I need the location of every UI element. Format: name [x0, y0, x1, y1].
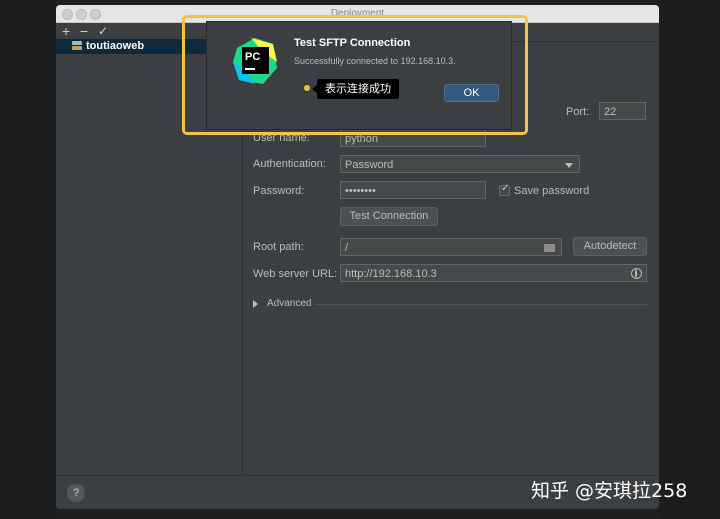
save-password-label: Save password	[514, 185, 590, 197]
port-label: Port:	[566, 106, 590, 118]
close-window-button[interactable]	[62, 9, 73, 20]
background-right	[660, 0, 720, 519]
separator	[315, 304, 647, 305]
password-field[interactable]: ••••••••	[340, 181, 486, 199]
web-server-url-label: Web server URL:	[253, 268, 338, 280]
port-field[interactable]: 22	[599, 102, 646, 120]
minimize-window-button[interactable]	[76, 9, 87, 20]
chevron-down-icon	[565, 163, 573, 168]
add-server-button[interactable]: +	[62, 23, 70, 39]
zoom-window-button[interactable]	[90, 9, 101, 20]
help-button[interactable]: ?	[67, 484, 85, 502]
password-label: Password:	[253, 185, 305, 197]
web-server-url-value: http://192.168.10.3	[345, 268, 437, 280]
background-left	[0, 0, 56, 519]
save-password-checkbox[interactable]	[499, 183, 510, 196]
server-item-label: toutiaoweb	[86, 40, 145, 52]
advanced-section-toggle[interactable]: Advanced	[253, 298, 647, 310]
remove-server-button[interactable]: −	[80, 23, 88, 39]
highlight-annotation-box	[182, 15, 528, 135]
root-path-label: Root path:	[253, 241, 304, 253]
root-path-field[interactable]: /	[340, 238, 562, 256]
globe-icon[interactable]	[631, 268, 642, 279]
web-server-url-field[interactable]: http://192.168.10.3	[340, 264, 647, 282]
authentication-label: Authentication:	[253, 158, 326, 170]
set-default-button[interactable]: ✓	[98, 23, 108, 39]
advanced-label: Advanced	[267, 298, 312, 309]
test-connection-button[interactable]: Test Connection	[340, 207, 438, 226]
watermark: 知乎 @安琪拉258	[531, 480, 688, 502]
authentication-select[interactable]: Password	[340, 155, 580, 173]
server-icon	[72, 41, 82, 51]
authentication-value: Password	[345, 159, 394, 171]
folder-icon[interactable]	[544, 244, 555, 252]
autodetect-button[interactable]: Autodetect	[573, 237, 647, 256]
root-path-value: /	[345, 242, 349, 254]
chevron-right-icon	[253, 300, 258, 308]
